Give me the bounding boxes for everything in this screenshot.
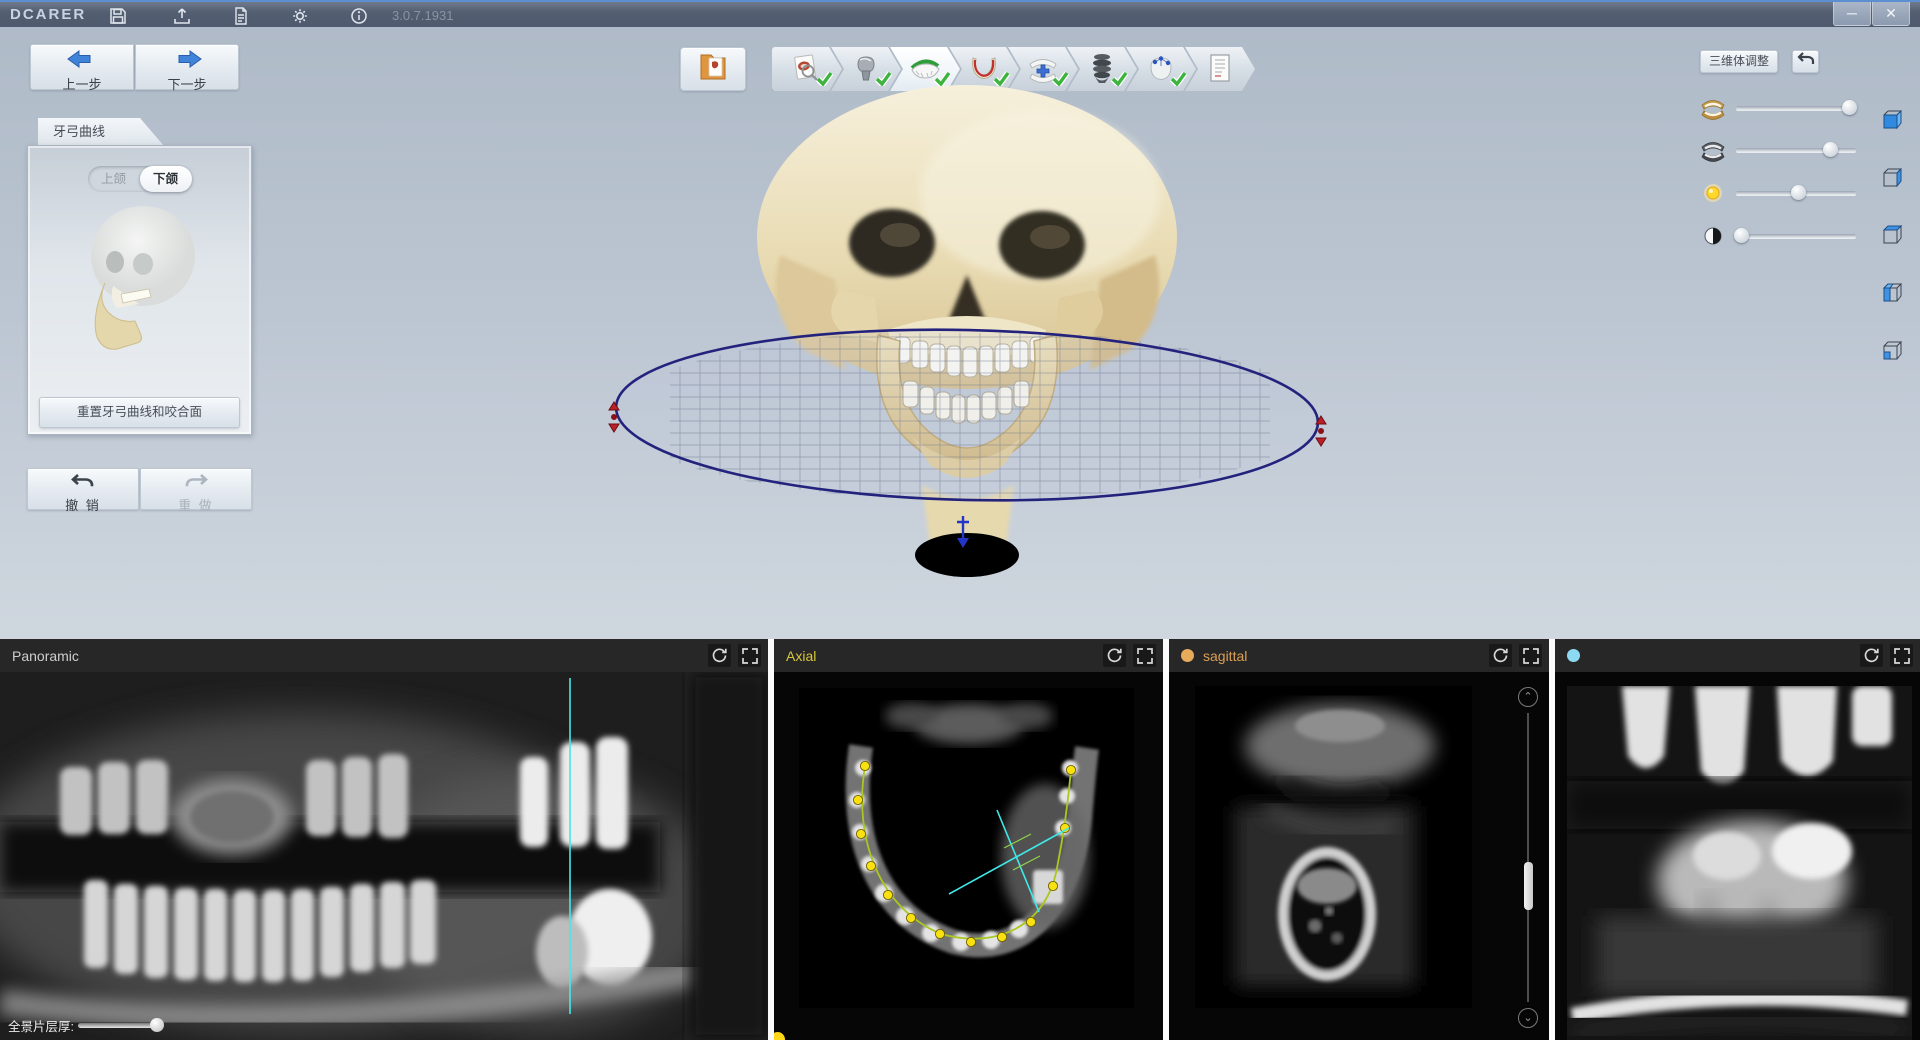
brightness-slider-track[interactable]	[1736, 191, 1856, 195]
axial-image[interactable]	[774, 672, 1163, 1040]
occlusal-plane-ellipse	[614, 322, 1320, 508]
next-step-label: 下一步	[136, 74, 238, 93]
lower-teeth-visibility-slider	[1700, 138, 1860, 162]
cross-section-panel	[1555, 639, 1920, 1040]
axial-reset-icon[interactable]	[1103, 644, 1126, 667]
lower-teeth-slider-thumb[interactable]	[1823, 142, 1838, 157]
cross-section-color-dot	[1567, 649, 1580, 662]
panoramic-fullscreen-icon[interactable]	[738, 644, 761, 667]
lower-teeth-slider-track[interactable]	[1736, 148, 1856, 152]
cross-section-fullscreen-icon[interactable]	[1890, 644, 1913, 667]
volume-adjust-button[interactable]: 三维体调整	[1700, 50, 1778, 73]
view-left-cube-icon[interactable]	[1880, 280, 1905, 305]
slab-thickness-control: 全景片层厚:	[8, 1016, 164, 1035]
axial-slider-thumb[interactable]	[774, 1032, 785, 1040]
redo-icon	[184, 477, 208, 494]
scroll-track[interactable]	[1527, 713, 1529, 1002]
axial-header: Axial	[774, 639, 1163, 672]
axial-title: Axial	[786, 648, 816, 664]
view-front-cube-icon[interactable]	[1880, 107, 1905, 132]
export-icon[interactable]	[172, 6, 192, 26]
undo-icon	[71, 477, 95, 494]
axial-fullscreen-icon[interactable]	[1133, 644, 1156, 667]
brightness-slider	[1700, 181, 1860, 205]
view-bottom-cube-icon[interactable]	[1880, 338, 1905, 363]
scroll-thumb[interactable]	[1524, 862, 1533, 910]
reset-arch-button[interactable]: 重置牙弓曲线和咬合面	[39, 397, 240, 428]
upper-teeth-slider-track[interactable]	[1736, 106, 1856, 110]
sagittal-image[interactable]: ⌃ ⌄	[1169, 672, 1549, 1040]
view-right-cube-icon[interactable]	[1880, 165, 1905, 190]
contrast-slider-thumb[interactable]	[1734, 228, 1749, 243]
contrast-icon	[1700, 224, 1726, 248]
upper-teeth-slider-thumb[interactable]	[1842, 100, 1857, 115]
minimize-button[interactable]: ─	[1833, 2, 1871, 26]
patient-folder-icon	[696, 50, 730, 89]
view-top-cube-icon[interactable]	[1880, 222, 1905, 247]
volume-3d-viewport[interactable]	[480, 85, 1460, 625]
slab-thickness-track[interactable]	[78, 1023, 164, 1028]
save-icon[interactable]	[108, 6, 128, 26]
skull-preview-image	[75, 198, 205, 388]
view-reset-button[interactable]	[1792, 50, 1819, 73]
slab-thickness-label: 全景片层厚:	[8, 1016, 74, 1035]
sagittal-scrollbar: ⌃ ⌄	[1517, 687, 1539, 1028]
panoramic-title: Panoramic	[12, 648, 79, 664]
document-icon[interactable]	[231, 6, 251, 26]
sagittal-header: sagittal	[1169, 639, 1549, 672]
upper-teeth-visibility-slider	[1700, 96, 1860, 120]
brightness-sun-icon	[1700, 181, 1726, 205]
scroll-down-icon[interactable]: ⌄	[1518, 1008, 1538, 1028]
lower-denture-icon	[1700, 138, 1726, 162]
jaw-lower-option[interactable]: 下颌	[140, 166, 192, 192]
sagittal-reset-icon[interactable]	[1489, 644, 1512, 667]
redo-label: 重 做	[141, 495, 251, 514]
info-icon[interactable]	[349, 6, 369, 26]
arrow-left-icon	[65, 55, 99, 72]
cross-section-reset-icon[interactable]	[1860, 644, 1883, 667]
upper-denture-icon	[1700, 96, 1726, 120]
redo-button[interactable]: 重 做	[140, 468, 252, 510]
application-window: DCARER 3.0.7.1931 ─ ✕ 上一步	[0, 0, 1920, 1040]
panoramic-image[interactable]: 全景片层厚:	[0, 672, 768, 1040]
arrow-right-icon	[170, 55, 204, 72]
arch-curve-panel: 上颌 下颌 重置牙弓曲线和咬合面	[27, 145, 252, 435]
panoramic-panel: Panoramic	[0, 639, 768, 1040]
sagittal-fullscreen-icon[interactable]	[1519, 644, 1542, 667]
brightness-slider-thumb[interactable]	[1791, 185, 1806, 200]
close-button[interactable]: ✕	[1872, 2, 1910, 26]
jaw-upper-option[interactable]: 上颌	[88, 166, 140, 192]
panoramic-header: Panoramic	[0, 639, 768, 672]
viewport-panels: Panoramic	[0, 639, 1920, 1040]
sagittal-color-dot	[1181, 649, 1194, 662]
settings-gear-icon[interactable]	[290, 6, 310, 26]
next-step-button[interactable]: 下一步	[135, 44, 239, 90]
slab-thickness-thumb[interactable]	[150, 1018, 164, 1032]
contrast-slider-track[interactable]	[1736, 234, 1856, 238]
cross-section-header	[1555, 639, 1920, 672]
jaw-toggle: 上颌 下颌	[88, 166, 192, 192]
undo-arrow-icon	[1797, 52, 1815, 71]
arch-curve-tab[interactable]: 牙弓曲线	[38, 118, 164, 146]
previous-step-button[interactable]: 上一步	[30, 44, 134, 90]
cross-section-image[interactable]	[1555, 672, 1920, 1040]
contrast-slider	[1700, 224, 1860, 248]
app-logo: DCARER	[10, 6, 86, 23]
version-label: 3.0.7.1931	[392, 8, 453, 23]
sagittal-panel: sagittal	[1169, 639, 1549, 1040]
previous-step-label: 上一步	[31, 74, 133, 93]
undo-label: 撤 销	[28, 495, 138, 514]
panoramic-reset-icon[interactable]	[708, 644, 731, 667]
undo-button[interactable]: 撤 销	[27, 468, 139, 510]
titlebar: DCARER 3.0.7.1931 ─ ✕	[0, 0, 1920, 27]
axial-panel: Axial	[774, 639, 1163, 1040]
sagittal-title: sagittal	[1203, 648, 1247, 664]
scroll-up-icon[interactable]: ⌃	[1518, 687, 1538, 707]
